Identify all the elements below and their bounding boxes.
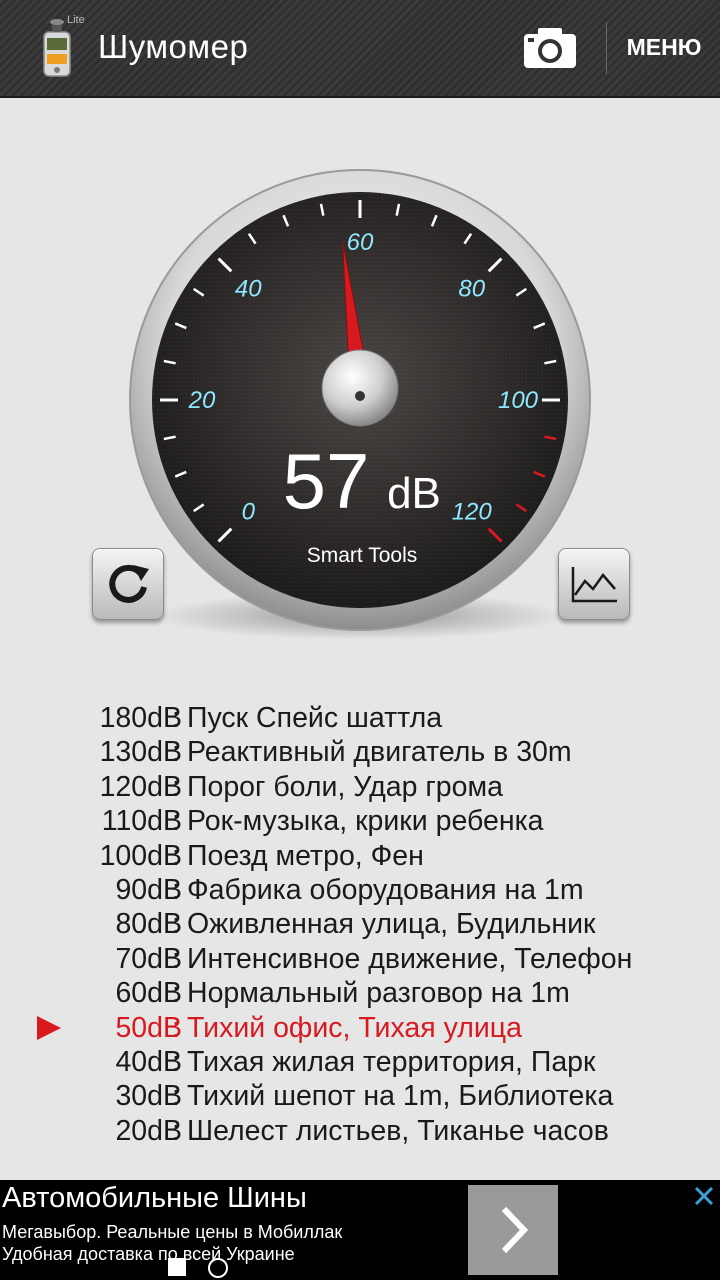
- reference-separator: :: [172, 770, 180, 803]
- refresh-icon: [109, 564, 149, 603]
- gauge-scale-label: 0: [242, 499, 256, 526]
- sound-meter-app-icon: [43, 19, 71, 77]
- reference-separator: :: [172, 942, 180, 975]
- reference-db: 130dB: [99, 736, 182, 769]
- reference-row: 80dB: Оживленная улица, Будильник: [0, 908, 720, 942]
- brand-label: Smart Tools: [307, 544, 418, 567]
- reference-description: Реактивный двигатель в 30m: [187, 736, 572, 769]
- reference-description: Тихая жилая территория, Парк: [187, 1045, 596, 1078]
- reference-description: Порог боли, Удар грома: [187, 770, 503, 803]
- reading-value: 57: [283, 437, 370, 525]
- reference-separator: :: [172, 873, 180, 906]
- noise-reference-list: 180dB: Пуск Спейс шаттла 130dB: Реактивный …: [0, 702, 720, 1149]
- ad-circle-icon: [208, 1258, 228, 1278]
- reference-row: 60dB: Нормальный разговор на 1m: [0, 977, 720, 1011]
- app-title: Шумомер: [98, 28, 249, 65]
- reference-row: 110dB: Рок-музыка, крики ребенка: [0, 805, 720, 839]
- reference-db: 100dB: [99, 839, 182, 872]
- gauge-scale-label: 80: [458, 275, 485, 302]
- gauge-scale-label: 60: [347, 229, 374, 256]
- reference-description: Рок-музыка, крики ребенка: [187, 805, 544, 838]
- camera-icon[interactable]: [518, 22, 582, 74]
- action-bar: Lite Шумомер МЕНЮ: [0, 0, 720, 98]
- reference-separator: :: [172, 736, 180, 769]
- reference-row: 40dB: Тихая жилая территория, Парк: [0, 1046, 720, 1080]
- reference-row: 70dB: Интенсивное движение, Телефон: [0, 943, 720, 977]
- gauge-scale-label: 40: [235, 275, 262, 302]
- gauge-hub: [321, 349, 399, 427]
- sound-level-gauge: 0 20 40 60 80 100 120 57 dB Smart Tools: [129, 169, 591, 631]
- reference-separator: :: [172, 805, 180, 838]
- action-divider: [606, 22, 607, 74]
- ad-open-button[interactable]: [468, 1185, 558, 1275]
- ad-title[interactable]: Автомобильные Шины: [2, 1182, 307, 1215]
- ad-text-line-1: Мегавыбор. Реальные цены в Мобиллак: [2, 1222, 343, 1242]
- reset-button[interactable]: [92, 548, 164, 620]
- reference-separator: :: [172, 1080, 180, 1113]
- reference-description: Поезд метро, Фен: [187, 839, 424, 872]
- ad-stop-icon: [168, 1258, 186, 1276]
- graph-button[interactable]: [558, 548, 630, 620]
- reference-description: Шелест листьев, Тиканье часов: [187, 1114, 609, 1147]
- chevron-right-icon: [501, 1206, 529, 1254]
- reference-separator: :: [172, 977, 180, 1010]
- reference-description: Тихий шепот на 1m, Библиотека: [187, 1080, 614, 1113]
- line-graph-icon: [571, 567, 617, 603]
- reference-row: 30dB: Тихий шепот на 1m, Библиотека: [0, 1080, 720, 1114]
- menu-button[interactable]: МЕНЮ: [614, 34, 714, 61]
- ad-banner[interactable]: Автомобильные Шины Мегавыбор. Реальные ц…: [0, 1180, 720, 1280]
- reference-separator: :: [172, 908, 180, 941]
- reference-separator: :: [172, 839, 180, 872]
- reference-row: 130dB: Реактивный двигатель в 30m: [0, 736, 720, 770]
- reading-unit: dB: [387, 469, 441, 518]
- current-level-pointer-icon: [37, 1015, 61, 1040]
- gauge-scale-label: 20: [188, 387, 216, 414]
- reference-row: 90dB: Фабрика оборудования на 1m: [0, 874, 720, 908]
- reference-separator: :: [172, 702, 180, 734]
- reference-description: Оживленная улица, Будильник: [187, 908, 596, 941]
- reference-db: 180dB: [99, 702, 182, 734]
- gauge-scale-label: 120: [452, 499, 493, 526]
- reference-description: Фабрика оборудования на 1m: [187, 873, 584, 906]
- ad-text-line-2: Удобная доставка по всей Украине: [2, 1244, 295, 1264]
- reference-row: 180dB: Пуск Спейс шаттла: [0, 702, 720, 736]
- reference-separator: :: [172, 1114, 180, 1147]
- reference-row: 120dB: Порог боли, Удар грома: [0, 771, 720, 805]
- reference-db: 110dB: [101, 805, 182, 838]
- reference-row: 20dB: Шелест листьев, Тиканье часов: [0, 1115, 720, 1149]
- gauge-scale-label: 100: [498, 387, 539, 414]
- reference-db: 120dB: [99, 770, 182, 803]
- reference-description: Нормальный разговор на 1m: [187, 977, 570, 1010]
- reference-description: Тихий офис, Тихая улица: [187, 1011, 522, 1044]
- reference-description: Интенсивное движение, Телефон: [187, 942, 633, 975]
- reference-row: 100dB: Поезд метро, Фен: [0, 840, 720, 874]
- close-icon[interactable]: [692, 1184, 716, 1208]
- reference-separator: :: [172, 1011, 180, 1044]
- reference-description: Пуск Спейс шаттла: [187, 702, 443, 734]
- reference-separator: :: [172, 1045, 180, 1078]
- reference-row: 50dB: Тихий офис, Тихая улица: [0, 1012, 720, 1046]
- lite-badge: Lite: [67, 14, 85, 26]
